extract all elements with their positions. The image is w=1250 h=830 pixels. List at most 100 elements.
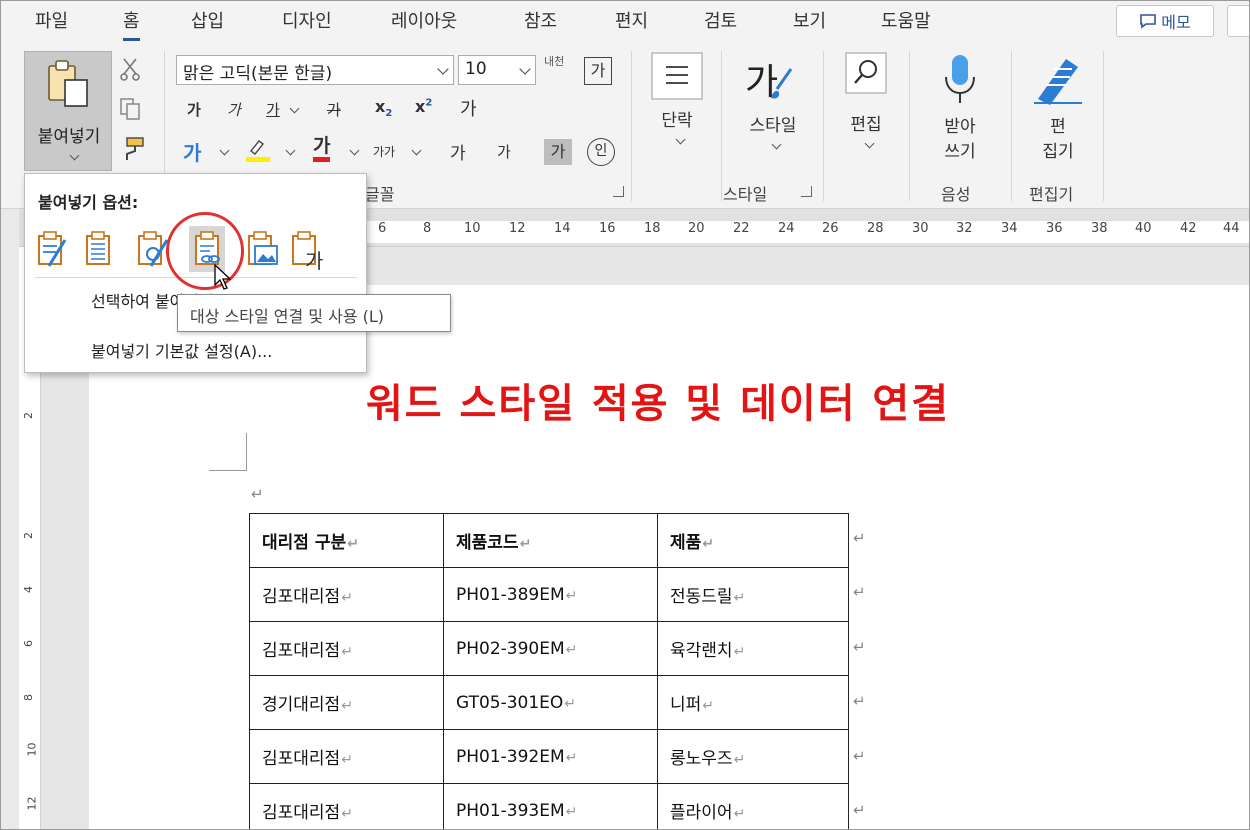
- enclose-chars-button[interactable]: 인: [587, 138, 615, 166]
- menu-bar: 파일 홈 삽입 디자인 레이아웃 참조 편지 검토 보기 도움말 메모: [1, 1, 1249, 43]
- table-header-cell[interactable]: 제품↵: [657, 513, 849, 568]
- chevron-down-icon: [675, 134, 685, 145]
- table-row: 경기대리점↵ GT05-301EO↵ 니퍼↵: [249, 675, 849, 730]
- tab-review[interactable]: 검토: [704, 7, 737, 33]
- editor-button[interactable]: 편 집기: [1025, 53, 1091, 162]
- memo-button[interactable]: 메모: [1116, 5, 1214, 37]
- highlight-circle: [166, 212, 244, 290]
- dictate-button[interactable]: 받아 쓰기: [927, 53, 993, 162]
- tab-view[interactable]: 보기: [793, 7, 826, 33]
- table-cell[interactable]: PH01-392EM↵: [443, 729, 658, 784]
- paste-button[interactable]: 붙여넣기: [24, 51, 112, 171]
- editing-button[interactable]: 편집: [836, 51, 896, 155]
- table-cell[interactable]: 플라이어↵: [657, 783, 849, 829]
- table-cell[interactable]: 김포대리점↵: [249, 567, 444, 622]
- tab-mailings[interactable]: 편지: [615, 7, 648, 33]
- end-of-row-mark: ↵: [853, 529, 866, 547]
- clear-formatting-button[interactable]: 가: [460, 95, 477, 121]
- cell-text: 경기대리점: [262, 695, 341, 715]
- paragraph-button[interactable]: 단락: [646, 51, 708, 151]
- table-cell[interactable]: 경기대리점↵: [249, 675, 444, 730]
- tab-file[interactable]: 파일: [35, 7, 68, 33]
- paste-as-picture-option[interactable]: [245, 226, 281, 272]
- font-color-button[interactable]: 가: [313, 135, 331, 162]
- bold-button[interactable]: 가: [187, 99, 201, 120]
- set-default-paste-item[interactable]: 붙여넣기 기본값 설정(A)...: [91, 338, 272, 362]
- keep-text-only-option[interactable]: 가: [289, 226, 325, 273]
- superscript-button[interactable]: x2: [415, 97, 432, 116]
- char-shading-button[interactable]: 가: [544, 139, 572, 165]
- table-cell[interactable]: PH01-393EM↵: [443, 783, 658, 829]
- font-name-select[interactable]: 맑은 고딕(본문 한글): [176, 55, 454, 85]
- shrink-font-button[interactable]: 가: [497, 141, 511, 162]
- table-header-cell[interactable]: 대리점 구분↵: [249, 513, 444, 568]
- text-effect-button[interactable]: 가: [183, 137, 201, 166]
- table-cell[interactable]: 김포대리점↵: [249, 621, 444, 676]
- merge-formatting-option[interactable]: [81, 226, 117, 272]
- styles-button[interactable]: 가 스타일: [733, 53, 813, 156]
- chevron-down-icon: [771, 139, 781, 150]
- vruler-number: 2: [22, 412, 35, 419]
- underline-button[interactable]: 가: [266, 99, 280, 120]
- vruler-number: 10: [25, 742, 39, 757]
- table-cell[interactable]: 롱노우즈↵: [657, 729, 849, 784]
- italic-button[interactable]: 가: [227, 99, 241, 120]
- cut-icon[interactable]: [119, 57, 141, 81]
- table-cell[interactable]: PH02-390EM↵: [443, 621, 658, 676]
- separator: [631, 51, 632, 201]
- table-cell[interactable]: 육각랜치↵: [657, 621, 849, 676]
- ruler-number: 6: [378, 221, 387, 236]
- table-row: 김포대리점↵ PH01-393EM↵ 플라이어↵: [249, 783, 849, 829]
- clipboard-paste-icon: [48, 60, 88, 107]
- word-window: 파일 홈 삽입 디자인 레이아웃 참조 편지 검토 보기 도움말 메모 붙여넣기: [0, 0, 1250, 830]
- cell-text: PH01-392EM: [456, 746, 565, 767]
- svg-text:가: 가: [305, 249, 323, 272]
- tab-layout[interactable]: 레이아웃: [391, 7, 457, 33]
- table-cell[interactable]: 김포대리점↵: [249, 729, 444, 784]
- tab-help[interactable]: 도움말: [881, 7, 931, 33]
- font-size-select[interactable]: 10: [458, 55, 536, 85]
- subscript-button[interactable]: x2: [375, 97, 392, 119]
- table-cell[interactable]: 김포대리점↵: [249, 783, 444, 829]
- table-cell[interactable]: GT05-301EO↵: [443, 675, 658, 730]
- grow-font-button[interactable]: 가: [450, 139, 466, 164]
- ruler-number: 34: [1001, 221, 1018, 236]
- tooltip: 대상 스타일 연결 및 사용 (L): [177, 294, 451, 332]
- tab-home[interactable]: 홈: [123, 7, 140, 41]
- tab-design[interactable]: 디자인: [282, 7, 332, 33]
- paragraph-mark: ↵: [251, 485, 264, 503]
- table-cell[interactable]: 니퍼↵: [657, 675, 849, 730]
- ruler-number: 40: [1135, 221, 1152, 236]
- copy-icon[interactable]: [118, 97, 142, 121]
- search-icon: [845, 52, 887, 94]
- char-border-button[interactable]: 가: [584, 57, 612, 85]
- ruler-strip: [366, 221, 1249, 243]
- ruler-number: 44: [1223, 221, 1240, 236]
- table-header-cell[interactable]: 제품코드↵: [443, 513, 658, 568]
- phonetic-guide-button[interactable]: 내천: [544, 53, 564, 69]
- tab-insert[interactable]: 삽입: [191, 7, 224, 33]
- separator: [721, 51, 722, 201]
- table-cell[interactable]: 전동드릴↵: [657, 567, 849, 622]
- highlighter-icon[interactable]: [244, 135, 272, 163]
- font-dialog-launcher-icon[interactable]: [613, 186, 624, 197]
- separator: [823, 51, 824, 201]
- char-spacing-button[interactable]: 가가: [373, 143, 395, 160]
- editing-label: 편집: [850, 115, 882, 135]
- styles-dialog-launcher-icon[interactable]: [801, 186, 812, 197]
- margin-corner-mark: [209, 433, 247, 471]
- data-table: 대리점 구분↵ 제품코드↵ 제품↵ 김포대리점↵ PH01-389EM↵ 전동드…: [249, 513, 849, 829]
- table-cell[interactable]: PH01-389EM↵: [443, 567, 658, 622]
- share-button[interactable]: [1227, 5, 1249, 37]
- ruler-number: 28: [867, 221, 884, 236]
- table-row: 김포대리점↵ PH01-389EM↵ 전동드릴↵: [249, 567, 849, 622]
- ruler-number: 20: [688, 221, 705, 236]
- cell-text: 김포대리점: [262, 587, 341, 607]
- strikethrough-button[interactable]: 가: [327, 99, 341, 120]
- tab-references[interactable]: 참조: [524, 7, 557, 33]
- styles-group-label: 스타일: [723, 185, 768, 204]
- voice-group-label: 음성: [941, 185, 971, 204]
- format-painter-icon[interactable]: [117, 136, 145, 162]
- header-text: 대리점 구분: [262, 533, 347, 553]
- keep-source-formatting-option[interactable]: [35, 226, 71, 272]
